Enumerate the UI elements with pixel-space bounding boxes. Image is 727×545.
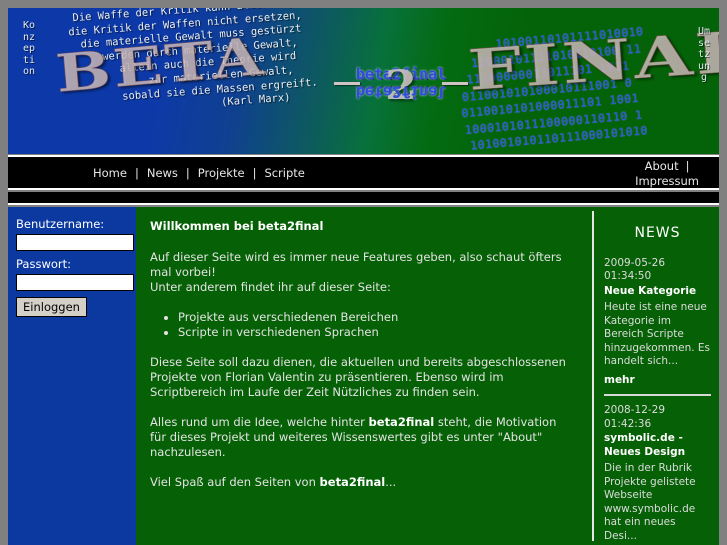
nav-item-home[interactable]: Home [93, 166, 127, 180]
password-label: Passwort: [16, 257, 72, 271]
nav-separator: | [252, 166, 257, 180]
nav-bottom-strip [8, 192, 719, 205]
page-content: Benutzername: Passwort: Einloggen Willko… [8, 207, 719, 545]
news-item: 2009-05-26 01:34:50 Neue Kategorie Heute… [604, 257, 711, 395]
closing-text-after: ... [385, 475, 397, 489]
main-navigation-bar: Home | News | Projekte | Scripte About |… [8, 155, 719, 190]
page-root: Konzeption Die Waffe der Kritik kann all… [0, 0, 727, 545]
nav-primary-links: Home | News | Projekte | Scripte [93, 166, 305, 180]
paragraph-about: Alles rund um die Idee, welche hinter be… [150, 415, 576, 460]
column-divider [592, 207, 594, 545]
news-sidebar: NEWS 2009-05-26 01:34:50 Neue Kategorie … [594, 207, 719, 545]
nav-item-about[interactable]: About [645, 159, 679, 174]
paragraph-closing: Viel Spaß auf den Seiten von beta2final.… [150, 475, 576, 490]
news-teaser: Heute ist eine neue Kategorie im Bereich… [604, 301, 710, 367]
nav-separator: | [685, 159, 690, 173]
banner-vertical-left: Konzeption [22, 20, 36, 77]
site-logo: beta2final 2 beta2final [326, 62, 476, 109]
list-item: Scripte in verschiedenen Sprachen [178, 325, 576, 340]
closing-text-before: Viel Spaß auf den Seiten von [150, 475, 320, 489]
news-teaser: Die in der Rubrik Projekte gelistete Web… [604, 462, 696, 542]
main-article: Willkommen bei beta2final Auf dieser Sei… [136, 207, 592, 545]
news-headline: Neue Kategorie [604, 284, 697, 297]
nav-item-impressum[interactable]: Impressum [635, 174, 699, 188]
news-timestamp: 2008-12-29 01:42:36 [604, 404, 666, 430]
intro-line-1: Auf dieser Seite wird es immer neue Feat… [150, 250, 562, 279]
nav-separator: | [185, 166, 190, 180]
logo-text-mirror: beta2final [355, 83, 447, 101]
site-banner: Konzeption Die Waffe der Kritik kann all… [8, 8, 719, 154]
nav-item-projekte[interactable]: Projekte [198, 166, 245, 180]
list-item: Projekte aus verschiedenen Bereichen [178, 310, 576, 325]
news-separator [604, 394, 711, 396]
password-input[interactable] [16, 274, 134, 291]
username-input[interactable] [16, 234, 134, 251]
banner-vertical-right: Umsetzung [697, 26, 711, 83]
news-more-link[interactable]: mehr [604, 374, 635, 388]
news-heading: NEWS [634, 225, 681, 241]
intro-paragraph: Auf dieser Seite wird es immer neue Feat… [150, 250, 576, 295]
news-headline: symbolic.de - Neues Design [604, 432, 686, 458]
news-item: 2008-12-29 01:42:36 symbolic.de - Neues … [604, 404, 711, 545]
username-label: Benutzername: [16, 217, 105, 231]
brand-name: beta2final [368, 415, 435, 429]
news-timestamp: 2009-05-26 01:34:50 [604, 256, 666, 283]
feature-list: Projekte aus verschiedenen Bereichen Scr… [150, 310, 576, 340]
nav-separator: | [134, 166, 139, 180]
nav-item-news[interactable]: News [147, 166, 178, 180]
page-title: Willkommen bei beta2final [150, 219, 324, 233]
nav-secondary-links: About | Impressum [635, 159, 699, 189]
intro-line-2: Unter anderem findet ihr auf dieser Seit… [150, 280, 391, 294]
about-text-before: Alles rund um die Idee, welche hinter [150, 415, 369, 429]
login-button[interactable]: Einloggen [16, 297, 87, 317]
brand-name: beta2final [319, 475, 386, 489]
nav-item-scripte[interactable]: Scripte [264, 166, 304, 180]
paragraph-purpose: Diese Seite soll dazu dienen, die aktuel… [150, 355, 566, 399]
login-sidebar: Benutzername: Passwort: Einloggen [8, 207, 136, 545]
